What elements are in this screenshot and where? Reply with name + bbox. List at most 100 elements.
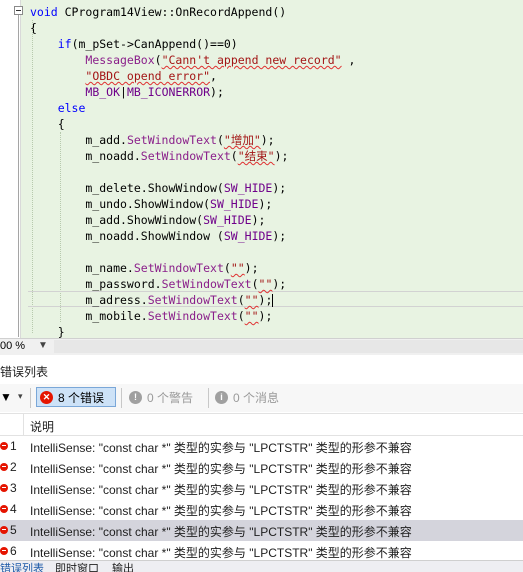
code-token: "结束" bbox=[237, 149, 275, 163]
errors-count-label: 8 个错误 bbox=[58, 390, 105, 405]
code-token: MessageBox bbox=[85, 53, 155, 67]
code-token: m_undo.ShowWindow( bbox=[30, 197, 211, 211]
code-token: else bbox=[57, 101, 86, 115]
code-token: "" bbox=[244, 293, 259, 307]
code-token: SW_HIDE bbox=[203, 213, 252, 227]
code-token: "" bbox=[230, 261, 245, 275]
code-token: ); bbox=[272, 181, 287, 195]
error-number: 2 bbox=[10, 460, 17, 474]
code-token: SetWindowText bbox=[140, 149, 231, 163]
error-description: IntelliSense: "const char *" 类型的实参与 "LPC… bbox=[30, 462, 412, 476]
code-token: ( bbox=[230, 149, 238, 163]
error-list-toolbar: ▼ ▾ ✕ 8 个错误 ! 0 个警告 i 0 个消息 bbox=[0, 384, 523, 412]
code-token: ( bbox=[251, 277, 259, 291]
code-line[interactable]: m_password.SetWindowText(""); bbox=[30, 276, 286, 292]
code-token: ( bbox=[154, 53, 162, 67]
column-separator[interactable] bbox=[23, 414, 24, 436]
code-line[interactable]: m_delete.ShowWindow(SW_HIDE); bbox=[30, 180, 286, 196]
code-line[interactable]: MB_OK|MB_ICONERROR); bbox=[30, 84, 224, 100]
error-icon bbox=[0, 442, 8, 450]
code-line[interactable]: m_add.ShowWindow(SW_HIDE); bbox=[30, 212, 265, 228]
error-row[interactable]: 1 IntelliSense: "const char *" 类型的实参与 "LP… bbox=[0, 436, 523, 457]
code-line[interactable]: m_noadd.ShowWindow (SW_HIDE); bbox=[30, 228, 286, 244]
warning-icon: ! bbox=[129, 390, 142, 404]
code-token: SetWindowText bbox=[147, 309, 238, 323]
collapse-icon[interactable] bbox=[14, 6, 23, 15]
code-token: SW_HIDE bbox=[210, 197, 259, 211]
error-row[interactable]: 5 IntelliSense: "const char *" 类型的实参与 "LP… bbox=[0, 520, 523, 541]
code-line[interactable]: m_name.SetWindowText(""); bbox=[30, 260, 258, 276]
code-token: , bbox=[210, 69, 217, 83]
warnings-filter-button[interactable]: ! 0 个警告 bbox=[126, 387, 206, 407]
code-editor[interactable]: void CProgram14View::OnRecordAppend(){ i… bbox=[0, 0, 523, 338]
code-token: } bbox=[30, 325, 65, 338]
info-icon: i bbox=[215, 390, 228, 404]
code-line[interactable]: void CProgram14View::OnRecordAppend() bbox=[30, 4, 286, 20]
code-token: m_noadd.ShowWindow ( bbox=[30, 229, 224, 243]
code-line[interactable]: m_add.SetWindowText("增加"); bbox=[30, 132, 274, 148]
code-line[interactable]: "OBDC opend error", bbox=[30, 68, 217, 84]
code-line[interactable]: m_adress.SetWindowText(""); bbox=[30, 292, 274, 308]
code-token: "" bbox=[258, 277, 273, 291]
error-description: IntelliSense: "const char *" 类型的实参与 "LPC… bbox=[30, 441, 412, 455]
code-line[interactable]: m_noadd.SetWindowText("结束"); bbox=[30, 148, 288, 164]
code-token: SetWindowText bbox=[133, 261, 224, 275]
error-row[interactable]: 3 IntelliSense: "const char *" 类型的实参与 "LP… bbox=[0, 478, 523, 499]
error-description: IntelliSense: "const char *" 类型的实参与 "LPC… bbox=[30, 504, 412, 518]
tab-output[interactable]: 输出 bbox=[112, 561, 134, 572]
code-token: "增加" bbox=[223, 133, 261, 147]
code-line[interactable]: m_undo.ShowWindow(SW_HIDE); bbox=[30, 196, 272, 212]
error-description: IntelliSense: "const char *" 类型的实参与 "LPC… bbox=[30, 546, 412, 560]
code-token: m_password. bbox=[30, 277, 162, 291]
chevron-down-icon[interactable]: ▾ bbox=[18, 391, 23, 402]
code-token: m_noadd. bbox=[30, 149, 141, 163]
code-token: ); bbox=[258, 197, 273, 211]
error-icon: ✕ bbox=[40, 390, 53, 404]
code-line[interactable]: m_mobile.SetWindowText(""); bbox=[30, 308, 272, 324]
code-line[interactable]: else bbox=[30, 100, 86, 116]
code-token: ); bbox=[274, 149, 289, 163]
error-number: 4 bbox=[10, 502, 17, 516]
tab-error-list[interactable]: 错误列表 bbox=[0, 561, 44, 572]
code-line[interactable]: MessageBox("Cann't append new record" , bbox=[30, 52, 355, 68]
code-token: "" bbox=[244, 309, 259, 323]
outline-line bbox=[18, 15, 19, 337]
column-header-description[interactable]: 说明 bbox=[30, 418, 54, 435]
code-line[interactable]: { bbox=[30, 20, 37, 36]
error-row[interactable]: 4 IntelliSense: "const char *" 类型的实参与 "LP… bbox=[0, 499, 523, 520]
errors-filter-button[interactable]: ✕ 8 个错误 bbox=[36, 387, 116, 407]
messages-filter-button[interactable]: i 0 个消息 bbox=[212, 387, 292, 407]
zoom-level[interactable]: 00 % bbox=[0, 340, 25, 352]
error-row[interactable]: 6 IntelliSense: "const char *" 类型的实参与 "LP… bbox=[0, 541, 523, 562]
code-line[interactable]: { bbox=[30, 116, 65, 132]
messages-count-label: 0 个消息 bbox=[233, 390, 280, 405]
text-caret bbox=[272, 294, 274, 307]
code-token: ); bbox=[258, 293, 273, 307]
error-icon bbox=[0, 505, 8, 513]
tab-immediate-window[interactable]: 即时窗口 bbox=[55, 561, 99, 572]
error-row[interactable]: 2 IntelliSense: "const char *" 类型的实参与 "LP… bbox=[0, 457, 523, 478]
bottom-tab-strip: 错误列表 即时窗口 输出 bbox=[0, 560, 523, 572]
horizontal-scrollbar[interactable] bbox=[54, 340, 523, 353]
zoom-dropdown-icon[interactable]: ▼ bbox=[38, 340, 48, 351]
error-number: 5 bbox=[10, 523, 17, 537]
code-line[interactable]: if(m_pSet->CanAppend()==0) bbox=[30, 36, 238, 52]
code-token: { bbox=[30, 21, 37, 35]
error-list-title: 错误列表 bbox=[0, 365, 49, 379]
error-list-header: 说明 bbox=[0, 413, 523, 436]
toolbar-separator bbox=[121, 388, 122, 408]
editor-status-bar: 00 % ▼ bbox=[0, 338, 523, 355]
code-token: SetWindowText bbox=[161, 277, 252, 291]
code-token: m_add.ShowWindow( bbox=[30, 213, 204, 227]
code-line[interactable]: } bbox=[30, 324, 65, 338]
code-token: m_mobile. bbox=[30, 309, 148, 323]
filter-icon[interactable]: ▼ bbox=[0, 390, 12, 404]
code-token: (m_pSet->CanAppend()==0) bbox=[71, 37, 238, 51]
code-token: ); bbox=[272, 277, 287, 291]
code-token: if bbox=[57, 37, 72, 51]
code-token: | bbox=[120, 85, 127, 99]
